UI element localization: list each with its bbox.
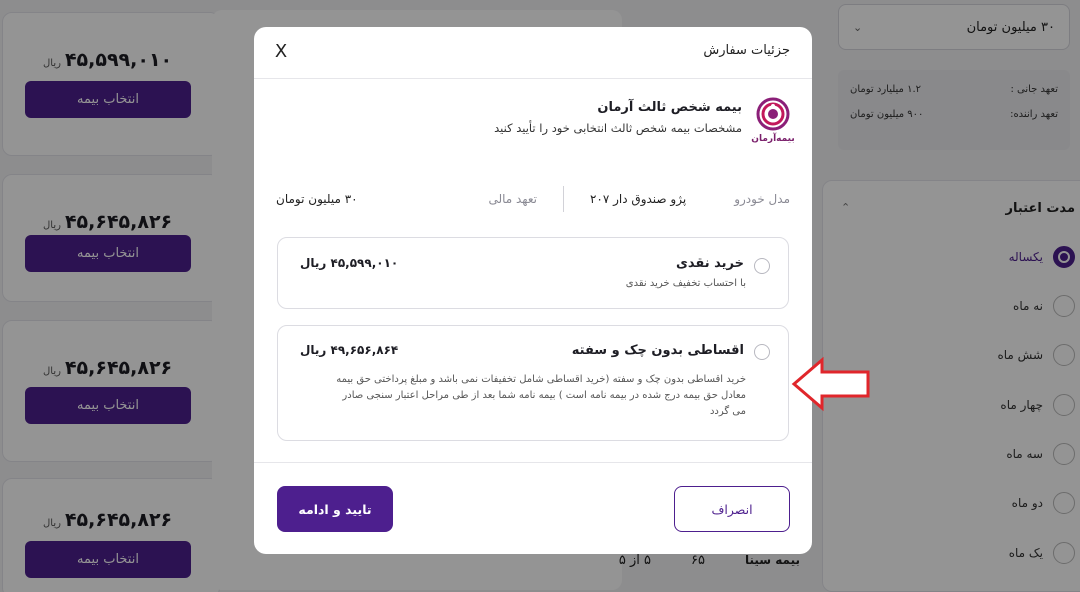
payment-title: خرید نقدی bbox=[675, 256, 744, 271]
payment-description: خرید اقساطی بدون چک و سفته (خرید اقساطی … bbox=[336, 374, 746, 417]
modal-header: جزئیات سفارش X bbox=[254, 27, 812, 79]
armaan-logo-icon: بیمه‌آرمان bbox=[751, 96, 795, 152]
logo-caption: بیمه‌آرمان bbox=[751, 134, 795, 144]
confirm-continue-button[interactable]: تایید و ادامه bbox=[277, 486, 393, 532]
payment-option-cash[interactable]: خرید نقدی ۴۵,۵۹۹,۰۱۰ ریال با احتساب تخفی… bbox=[277, 237, 789, 309]
payment-amount: ۴۵,۵۹۹,۰۱۰ ریال bbox=[300, 256, 399, 270]
modal-body: بیمه‌آرمان بیمه شخص ثالث آرمان مشخصات بی… bbox=[254, 80, 812, 462]
modal-footer: تایید و ادامه انصراف bbox=[254, 462, 812, 554]
radio-icon[interactable] bbox=[754, 258, 770, 274]
product-description: مشخصات بیمه شخص ثالث انتخابی خود را تأیی… bbox=[494, 121, 742, 135]
product-name: بیمه شخص ثالث آرمان bbox=[597, 100, 742, 115]
close-button[interactable]: X bbox=[270, 41, 292, 63]
payment-subtitle: با احتساب تخفیف خرید نقدی bbox=[625, 278, 746, 289]
product-summary: بیمه‌آرمان بیمه شخص ثالث آرمان مشخصات بی… bbox=[494, 96, 795, 152]
spec-car-model: مدل خودرو پژو صندوق دار ۲۰۷ bbox=[589, 192, 790, 206]
spec-coverage: تعهد مالی ۳۰ میلیون تومان bbox=[276, 192, 537, 206]
order-details-modal: جزئیات سفارش X بیمه‌آرمان بیمه شخص ثالث … bbox=[254, 27, 812, 554]
vehicle-specs: مدل خودرو پژو صندوق دار ۲۰۷ تعهد مالی ۳۰… bbox=[276, 184, 790, 214]
payment-option-installment[interactable]: اقساطی بدون چک و سفته ۴۹,۶۵۶,۸۶۴ ریال خر… bbox=[277, 325, 789, 441]
product-text: بیمه شخص ثالث آرمان مشخصات بیمه شخص ثالث… bbox=[494, 96, 742, 135]
payment-title: اقساطی بدون چک و سفته bbox=[571, 343, 744, 358]
cancel-button[interactable]: انصراف bbox=[674, 486, 790, 532]
payment-amount: ۴۹,۶۵۶,۸۶۴ ریال bbox=[300, 343, 399, 357]
radio-icon[interactable] bbox=[754, 344, 770, 360]
spec-divider bbox=[562, 186, 564, 212]
modal-title: جزئیات سفارش bbox=[703, 43, 790, 58]
red-arrow-annotation-icon bbox=[791, 356, 870, 412]
